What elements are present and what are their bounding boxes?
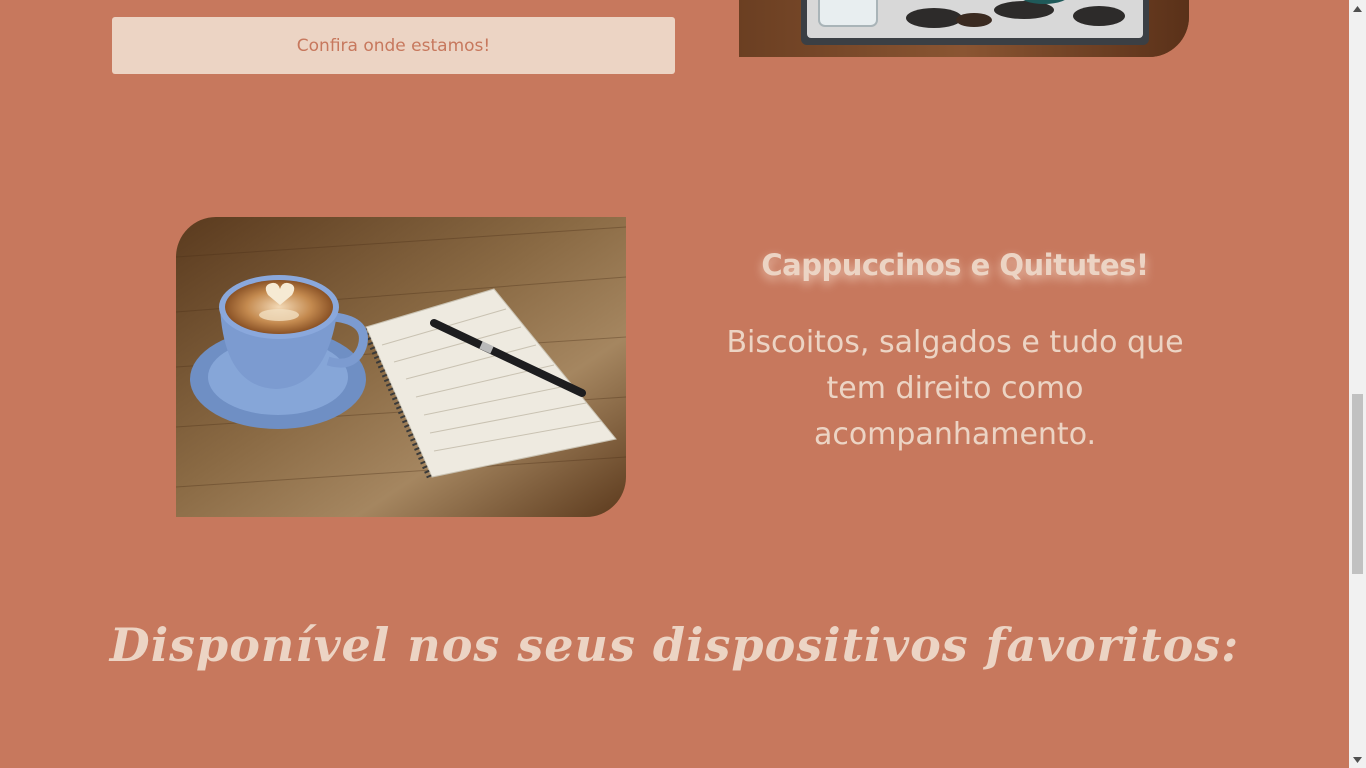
feature-title: Cappuccinos e Quitutes! — [761, 248, 1149, 282]
arrow-down-icon[interactable] — [1349, 751, 1366, 768]
feature-description: Biscoitos, salgados e tudo que tem direi… — [726, 325, 1184, 452]
cafe-tray-photo — [739, 0, 1189, 57]
vertical-scrollbar[interactable] — [1349, 0, 1366, 768]
cappuccino-image — [176, 217, 626, 517]
scrollbar-thumb[interactable] — [1352, 394, 1363, 574]
cafe-tray-image — [739, 0, 1189, 57]
arrow-up-icon[interactable] — [1349, 0, 1366, 17]
page: Confira onde estamos! Cappuccinos e Quit… — [0, 0, 1349, 768]
devices-heading: Disponível nos seus dispositivos favorit… — [109, 618, 1240, 672]
where-we-are-button[interactable]: Confira onde estamos! — [112, 17, 675, 74]
cappuccino-photo — [176, 217, 626, 517]
